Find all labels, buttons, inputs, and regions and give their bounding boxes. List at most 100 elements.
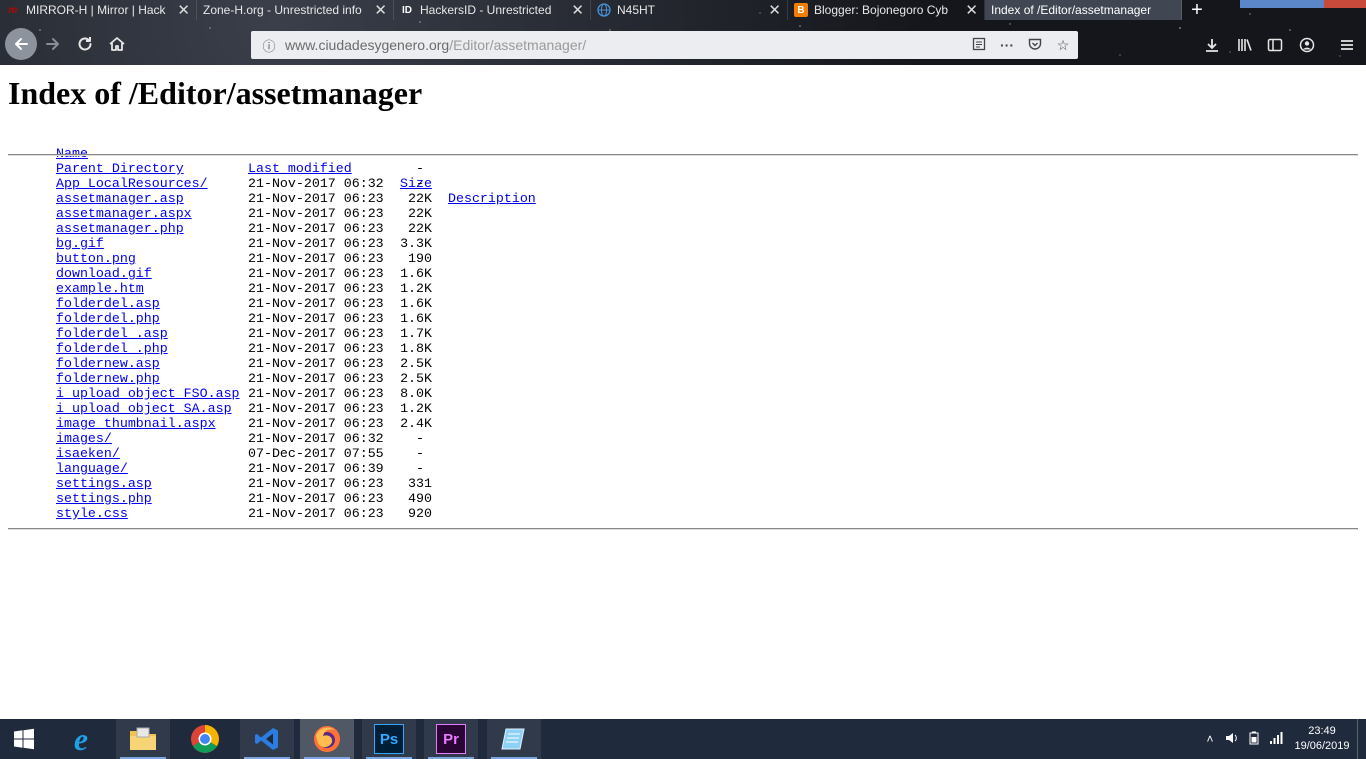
forward-arrow-icon: [46, 38, 59, 50]
close-tab-icon[interactable]: ✕: [965, 3, 978, 18]
file-link[interactable]: bg.gif: [56, 236, 104, 251]
back-button[interactable]: [5, 28, 37, 60]
downloads-icon[interactable]: [1200, 33, 1224, 57]
file-link[interactable]: assetmanager.php: [56, 221, 184, 236]
file-link[interactable]: assetmanager.aspx: [56, 206, 192, 221]
close-tab-icon[interactable]: ✕: [768, 3, 781, 18]
blogger-logo-icon: B: [794, 3, 808, 17]
file-link[interactable]: folderdel_.asp: [56, 326, 168, 341]
tab-n45ht[interactable]: N45HT ✕: [591, 0, 788, 20]
listing-row: language/21-Nov-2017 06:39 -: [0, 461, 1366, 476]
file-link[interactable]: button.png: [56, 251, 136, 266]
new-tab-button[interactable]: +: [1182, 0, 1212, 21]
size-cell: 190: [408, 251, 432, 266]
library-icon[interactable]: [1233, 33, 1257, 57]
file-link[interactable]: settings.php: [56, 491, 152, 506]
taskbar-vscode[interactable]: [240, 719, 294, 759]
show-desktop-button[interactable]: [1357, 719, 1366, 759]
listing-row: folderdel.asp 21-Nov-2017 06:23 1.6K: [0, 296, 1366, 311]
last-modified-cell: 21-Nov-2017 06:23: [248, 506, 384, 521]
battery-icon[interactable]: [1243, 731, 1265, 748]
close-window-button[interactable]: [1324, 0, 1366, 8]
file-link[interactable]: foldernew.asp: [56, 356, 160, 371]
browser-chrome: m MIRROR-H | Mirror | Hack ✕ Zone-H.org …: [0, 0, 1366, 65]
file-link[interactable]: i_upload_object_FSO.asp: [56, 386, 240, 401]
maximize-button[interactable]: [1282, 0, 1324, 8]
file-link[interactable]: download.gif: [56, 266, 152, 281]
size-cell: -: [416, 161, 424, 176]
url-path: /Editor/assetmanager/: [449, 37, 587, 53]
site-info-icon[interactable]: ⓘ: [259, 36, 279, 55]
file-link[interactable]: foldernew.php: [56, 371, 160, 386]
reader-view-icon[interactable]: [970, 37, 988, 54]
file-link[interactable]: settings.asp: [56, 476, 152, 491]
last-modified-cell: 21-Nov-2017 06:23: [248, 341, 384, 356]
tab-blogger[interactable]: B Blogger: Bojonegoro Cyb ✕: [788, 0, 985, 20]
hamburger-menu-icon[interactable]: [1335, 33, 1359, 57]
volume-icon[interactable]: [1221, 731, 1243, 748]
parent-directory-link[interactable]: Parent Directory: [56, 161, 184, 176]
taskbar-chrome[interactable]: [178, 719, 232, 759]
globe-icon: [597, 3, 611, 17]
tab-index-assetmanager[interactable]: Index of /Editor/assetmanager: [985, 0, 1182, 20]
file-link[interactable]: i_upload_object_SA.asp: [56, 401, 232, 416]
taskbar-internet-explorer[interactable]: e: [54, 719, 108, 759]
pocket-icon[interactable]: [1026, 37, 1044, 54]
taskbar-file-explorer[interactable]: [116, 719, 170, 759]
last-modified-cell: 21-Nov-2017 06:23: [248, 251, 384, 266]
close-tab-icon[interactable]: ✕: [374, 3, 387, 18]
tab-zone-h[interactable]: Zone-H.org - Unrestricted info ✕: [197, 0, 394, 20]
last-modified-cell: 21-Nov-2017 06:23: [248, 191, 384, 206]
bookmark-star-icon[interactable]: ☆: [1054, 37, 1072, 54]
file-link[interactable]: folderdel.php: [56, 311, 160, 326]
minimize-button[interactable]: [1240, 0, 1282, 8]
home-button[interactable]: [102, 29, 132, 59]
size-cell: 2.5K: [400, 371, 432, 386]
listing-row: Parent Directory -: [0, 161, 1366, 176]
listing-row: assetmanager.php 21-Nov-2017 06:23 22K: [0, 221, 1366, 236]
tab-hackersid[interactable]: ID HackersID - Unrestricted ✕: [394, 0, 591, 20]
address-bar-actions: ··· ☆: [970, 31, 1072, 59]
listing-row: isaeken/07-Dec-2017 07:55 -: [0, 446, 1366, 461]
taskbar-notepad[interactable]: [487, 719, 541, 759]
address-bar[interactable]: ⓘ www.ciudadesygenero.org/Editor/assetma…: [251, 31, 1078, 59]
taskbar-premiere[interactable]: Pr: [424, 719, 478, 759]
taskbar-firefox[interactable]: [300, 719, 354, 759]
clock-time: 23:49: [1308, 725, 1336, 737]
last-modified-cell: 21-Nov-2017 06:23: [248, 281, 384, 296]
page-actions-menu-icon[interactable]: ···: [998, 37, 1016, 53]
file-link[interactable]: example.htm: [56, 281, 144, 296]
system-tray: ˄ 23:49 19/06/2019: [1199, 719, 1366, 759]
file-link[interactable]: assetmanager.asp: [56, 191, 184, 206]
listing-row: i_upload_object_FSO.asp 21-Nov-2017 06:23…: [0, 386, 1366, 401]
tab-mirror-h[interactable]: m MIRROR-H | Mirror | Hack ✕: [0, 0, 197, 20]
close-tab-icon[interactable]: ✕: [177, 3, 190, 18]
firefox-icon: [314, 726, 340, 752]
file-link[interactable]: isaeken/: [56, 446, 120, 461]
sidebar-toggle-icon[interactable]: [1263, 33, 1287, 57]
show-hidden-icons-chevron-icon[interactable]: ˄: [1199, 732, 1221, 746]
listing-row: bg.gif 21-Nov-2017 06:23 3.3K: [0, 236, 1366, 251]
size-cell: -: [416, 431, 424, 446]
file-link[interactable]: style.css: [56, 506, 128, 521]
clock[interactable]: 23:49 19/06/2019: [1287, 724, 1357, 754]
windows-taskbar: e Ps Pr ˄ 23:49 19/06/2019: [0, 719, 1366, 759]
file-link[interactable]: images/: [56, 431, 112, 446]
tab-label: MIRROR-H | Mirror | Hack: [26, 3, 166, 17]
reload-button[interactable]: [70, 29, 100, 59]
listing-row: settings.php 21-Nov-2017 06:23 490: [0, 491, 1366, 506]
file-link[interactable]: folderdel.asp: [56, 296, 160, 311]
file-link[interactable]: image_thumbnail.aspx: [56, 416, 216, 431]
start-button[interactable]: [0, 719, 48, 759]
size-cell: 1.2K: [400, 281, 432, 296]
taskbar-photoshop[interactable]: Ps: [362, 719, 416, 759]
forward-button[interactable]: [38, 29, 68, 59]
file-link[interactable]: folderdel_.php: [56, 341, 168, 356]
file-link[interactable]: App_LocalResources/: [56, 176, 208, 191]
close-tab-icon[interactable]: ✕: [571, 3, 584, 18]
listing-row: assetmanager.aspx 21-Nov-2017 06:23 22K: [0, 206, 1366, 221]
account-icon[interactable]: [1295, 33, 1319, 57]
file-link[interactable]: language/: [56, 461, 128, 476]
last-modified-cell: 21-Nov-2017 06:23: [248, 296, 384, 311]
network-signal-icon[interactable]: [1265, 731, 1287, 748]
